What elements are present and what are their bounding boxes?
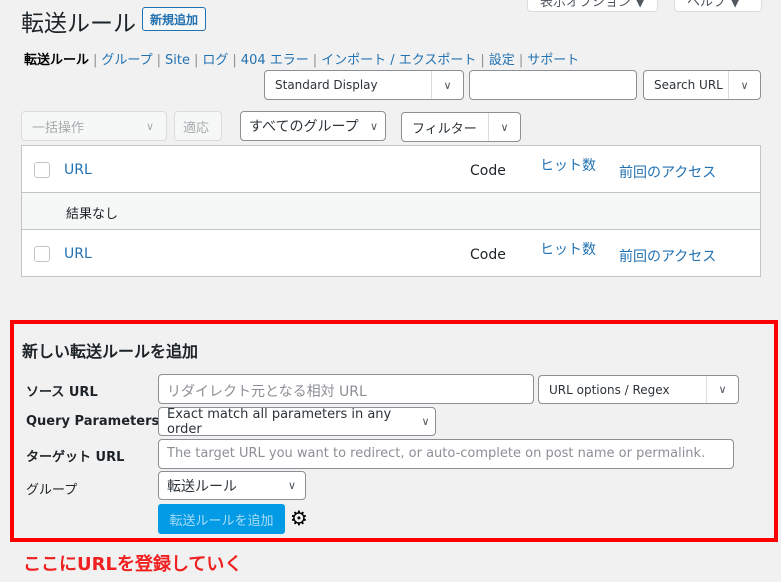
empty-row: 結果なし xyxy=(22,193,760,230)
chevron-down-icon: ∨ xyxy=(421,415,430,428)
column-last-access-footer[interactable]: 前回のアクセス xyxy=(619,246,716,266)
url-options-value: URL options / Regex xyxy=(549,382,670,397)
table-header-row: URL Code ヒット数 前回のアクセス xyxy=(22,146,760,193)
search-input[interactable] xyxy=(469,70,637,100)
display-select[interactable]: Standard Display ∨ xyxy=(264,70,464,100)
display-select-value: Standard Display xyxy=(275,78,378,92)
subnav-404[interactable]: 404 エラー xyxy=(241,53,309,68)
group-label: グループ xyxy=(26,483,78,498)
column-last-access[interactable]: 前回のアクセス xyxy=(619,162,716,182)
search-url-button[interactable]: Search URL ∨ xyxy=(643,70,761,100)
target-url-input[interactable]: The target URL you want to redirect, or … xyxy=(158,439,734,469)
column-url-footer[interactable]: URL xyxy=(64,246,92,262)
chevron-down-icon: ∨ xyxy=(287,479,297,492)
help-button[interactable]: ヘルプ ▼ xyxy=(674,0,762,12)
no-results-text: 結果なし xyxy=(66,207,119,222)
add-redirect-button[interactable]: 転送ルールを追加 xyxy=(158,504,285,534)
subnav-groups[interactable]: グループ xyxy=(101,53,152,68)
subnav-support[interactable]: サポート xyxy=(527,53,579,68)
column-hits[interactable]: ヒット数 xyxy=(540,155,596,175)
chevron-down-icon: ∨ xyxy=(431,71,463,99)
subnav-site[interactable]: Site xyxy=(165,53,190,68)
column-code: Code xyxy=(470,163,506,179)
query-parameters-label: Query Parameters xyxy=(26,414,160,429)
apply-button[interactable]: 適応 xyxy=(174,111,222,141)
url-options-select[interactable]: URL options / Regex ∨ xyxy=(538,375,739,404)
group-filter-value: すべてのグループ xyxy=(249,119,359,135)
query-parameters-value: Exact match all parameters in any order xyxy=(167,406,392,437)
column-code-footer: Code xyxy=(470,247,506,263)
screen-options-button[interactable]: 表示オプション ▼ xyxy=(527,0,659,12)
page-title: 転送ルール xyxy=(21,11,136,37)
select-all-checkbox[interactable] xyxy=(34,162,50,178)
subnav-import-export[interactable]: インポート / エクスポート xyxy=(321,53,476,68)
chevron-down-icon: ∨ xyxy=(145,119,155,133)
subnav-log[interactable]: ログ xyxy=(202,53,228,68)
chevron-down-icon: ∨ xyxy=(706,376,738,403)
query-parameters-select[interactable]: Exact match all parameters in any order ∨ xyxy=(158,406,436,437)
add-new-button[interactable]: 新規追加 xyxy=(142,7,207,31)
add-redirect-panel: 新しい転送ルールを追加 ソース URL リダイレクト元となる相対 URL URL… xyxy=(10,320,778,542)
subnav: 転送ルール | グループ | Site | ログ | 404 エラー | インポート / エクスポー… xyxy=(24,53,580,68)
redirects-table: URL Code ヒット数 前回のアクセス 結果なし URL Code ヒット数… xyxy=(21,145,761,277)
chevron-down-icon[interactable]: ∨ xyxy=(728,71,760,99)
source-url-label: ソース URL xyxy=(26,385,98,400)
annotation-text: ここにURLを登録していく xyxy=(23,554,243,575)
bulk-action-select[interactable]: 一括操作 ∨ xyxy=(21,111,167,141)
filter-button[interactable]: フィルター ∨ xyxy=(401,112,521,142)
column-url[interactable]: URL xyxy=(64,162,92,178)
form-heading: 新しい転送ルールを追加 xyxy=(22,342,199,361)
select-all-checkbox-footer[interactable] xyxy=(34,246,50,262)
table-footer-row: URL Code ヒット数 前回のアクセス xyxy=(22,230,760,277)
group-filter-select[interactable]: すべてのグループ ∨ xyxy=(240,111,386,141)
group-select[interactable]: 転送ルール ∨ xyxy=(158,471,306,500)
group-value: 転送ルール xyxy=(167,478,237,495)
source-url-input[interactable]: リダイレクト元となる相対 URL xyxy=(158,374,534,404)
subnav-settings[interactable]: 設定 xyxy=(489,53,515,68)
chevron-down-icon[interactable]: ∨ xyxy=(488,113,520,141)
filter-label: フィルター xyxy=(412,121,477,137)
search-url-label: Search URL xyxy=(654,78,723,92)
subnav-redirects[interactable]: 転送ルール xyxy=(24,53,89,68)
chevron-down-icon: ∨ xyxy=(369,119,379,133)
column-hits-footer[interactable]: ヒット数 xyxy=(540,239,596,259)
gear-icon[interactable]: ⚙ xyxy=(290,506,308,530)
target-url-label: ターゲット URL xyxy=(26,450,125,465)
bulk-action-value: 一括操作 xyxy=(32,120,85,136)
